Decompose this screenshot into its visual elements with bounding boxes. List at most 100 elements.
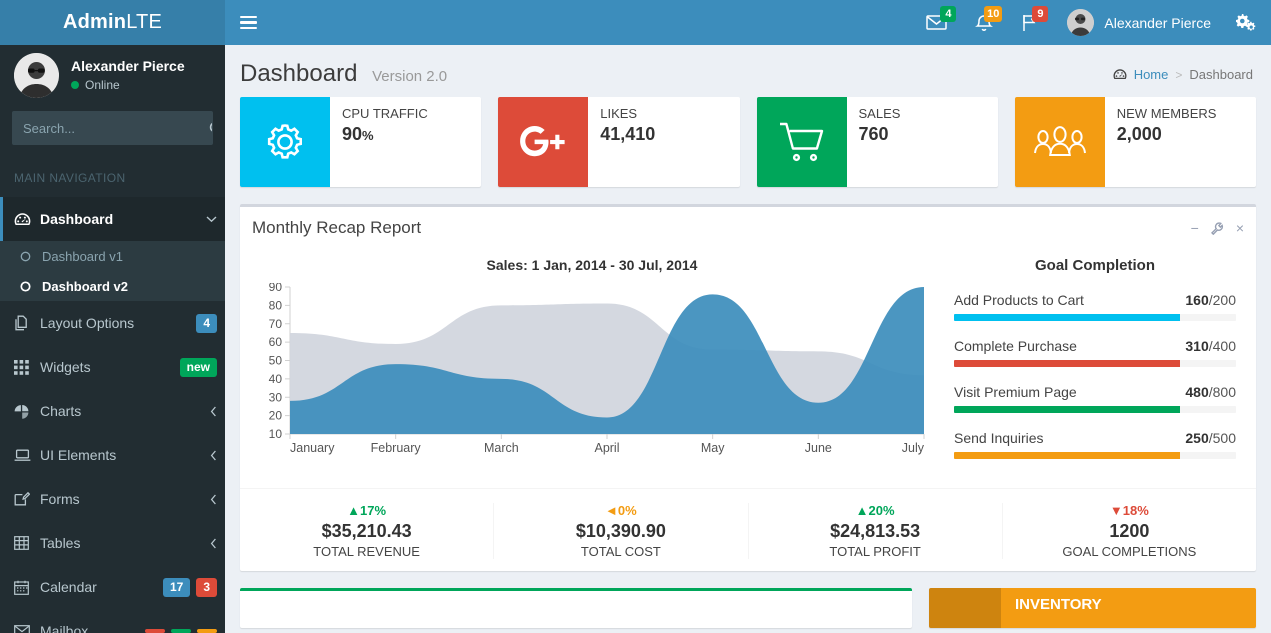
sidebar-item-label: Calendar bbox=[40, 579, 163, 595]
sidebar-item-label: Widgets bbox=[40, 359, 180, 375]
sidebar-item-dashboard-v1[interactable]: Dashboard v1 bbox=[0, 241, 225, 271]
messages-menu-button[interactable]: 4 bbox=[912, 0, 961, 45]
control-sidebar-toggle-button[interactable] bbox=[1225, 0, 1267, 45]
sidebar-item-right: 17 3 bbox=[163, 578, 217, 597]
box-header: Monthly Recap Report − × bbox=[240, 207, 1256, 249]
stat-percent-value: 20% bbox=[869, 503, 895, 518]
info-box-icon-container bbox=[757, 97, 847, 187]
info-box-text: CPU TRAFFIC bbox=[342, 106, 428, 121]
sidebar-item-ui-elements[interactable]: UI Elements bbox=[0, 433, 225, 477]
sidebar-submenu-dashboard: Dashboard v1 Dashboard v2 bbox=[0, 241, 225, 301]
dashboard-icon bbox=[14, 212, 40, 227]
arrow-down-icon: ▼ bbox=[1110, 503, 1123, 518]
goal-completion-panel: Goal Completion Add Products to Cart 160… bbox=[932, 249, 1244, 476]
progress-label: Visit Premium Page bbox=[954, 384, 1077, 400]
info-box-text: LIKES bbox=[600, 106, 655, 121]
user-menu-button[interactable]: Alexander Pierce bbox=[1053, 0, 1225, 45]
notifications-menu-button[interactable]: 10 bbox=[961, 0, 1007, 45]
info-box-likes[interactable]: LIKES 41,410 bbox=[498, 97, 739, 187]
progress-group-visit-premium-page: Visit Premium Page 480/800 bbox=[954, 384, 1236, 413]
sidebar-badge bbox=[197, 629, 217, 633]
box-title: Monthly Recap Report bbox=[252, 218, 421, 238]
sidebar-item-label: UI Elements bbox=[40, 447, 210, 463]
stat-percent-value: 18% bbox=[1123, 503, 1149, 518]
sidebar-user-status-label: Online bbox=[85, 78, 120, 92]
sidebar-item-tables[interactable]: Tables bbox=[0, 521, 225, 565]
breadcrumb-separator: > bbox=[1175, 68, 1182, 82]
progress-group-complete-purchase: Complete Purchase 310/400 bbox=[954, 338, 1236, 367]
svg-text:June: June bbox=[805, 441, 832, 455]
collapse-icon[interactable]: − bbox=[1191, 221, 1199, 235]
sidebar-item-right: new bbox=[180, 358, 217, 377]
sidebar-user-info: Alexander Pierce Online bbox=[71, 58, 185, 92]
arrow-up-icon: ▲ bbox=[347, 503, 360, 518]
chevron-left-icon bbox=[210, 494, 217, 505]
sidebar-item-dashboard-v2[interactable]: Dashboard v2 bbox=[0, 271, 225, 301]
svg-text:60: 60 bbox=[269, 335, 283, 349]
sidebar-item-right bbox=[210, 450, 217, 461]
chevron-left-icon bbox=[210, 450, 217, 461]
tasks-menu-button[interactable]: 9 bbox=[1007, 0, 1053, 45]
progress-track bbox=[954, 314, 1236, 321]
box-body: Sales: 1 Jan, 2014 - 30 Jul, 2014 102030… bbox=[240, 249, 1256, 488]
sidebar-user-status: Online bbox=[71, 78, 185, 92]
breadcrumb-current: Dashboard bbox=[1189, 67, 1253, 82]
envelope-icon bbox=[14, 625, 40, 633]
sidebar-toggle-button[interactable] bbox=[225, 0, 271, 45]
sidebar-badge bbox=[145, 629, 165, 633]
search-button[interactable] bbox=[209, 111, 213, 145]
brand-logo[interactable]: AdminLTE bbox=[0, 0, 225, 45]
breadcrumb: Home > Dashboard bbox=[1113, 67, 1253, 82]
sidebar-badge: new bbox=[180, 358, 217, 377]
sidebar-item-dashboard: Dashboard Dashboard v1 bbox=[0, 197, 225, 301]
info-box-new-members[interactable]: NEW MEMBERS 2,000 bbox=[1015, 97, 1256, 187]
sidebar-item-charts[interactable]: Charts bbox=[0, 389, 225, 433]
sidebar-badge bbox=[171, 629, 191, 633]
sales-chart-container: Sales: 1 Jan, 2014 - 30 Jul, 2014 102030… bbox=[252, 249, 932, 476]
stat-total-revenue: ▲17% $35,210.43 TOTAL REVENUE bbox=[240, 503, 494, 559]
stat-label: TOTAL PROFIT bbox=[749, 544, 1002, 559]
sidebar-menu-header: MAIN NAVIGATION bbox=[0, 159, 225, 197]
stat-percent: ◄0% bbox=[494, 503, 747, 518]
sidebar-badge: 17 bbox=[163, 578, 190, 597]
progress-label: Add Products to Cart bbox=[954, 292, 1084, 308]
sidebar-item-right bbox=[210, 494, 217, 505]
progress-value: 480 bbox=[1185, 384, 1208, 400]
sidebar-item-dashboard-link[interactable]: Dashboard bbox=[0, 197, 225, 241]
info-box-icon-container bbox=[498, 97, 588, 187]
user-menu-name: Alexander Pierce bbox=[1104, 15, 1211, 31]
arrow-left-icon: ◄ bbox=[605, 503, 618, 518]
breadcrumb-home-link[interactable]: Home bbox=[1134, 67, 1169, 82]
close-icon[interactable]: × bbox=[1236, 221, 1244, 235]
info-box-content: LIKES 41,410 bbox=[588, 97, 665, 187]
page-title-text: Dashboard bbox=[240, 60, 357, 87]
progress-value: 250 bbox=[1185, 430, 1208, 446]
progress-number: 160/200 bbox=[1185, 292, 1236, 308]
sidebar-subitem-label: Dashboard v2 bbox=[42, 279, 128, 294]
info-box-sales[interactable]: SALES 760 bbox=[757, 97, 998, 187]
circle-o-icon bbox=[18, 251, 32, 262]
search-input[interactable] bbox=[13, 121, 209, 136]
progress-total: /500 bbox=[1209, 430, 1236, 446]
sidebar-item-label: Forms bbox=[40, 491, 210, 507]
sidebar-item-mailbox[interactable]: Mailbox bbox=[0, 609, 225, 633]
stat-label: GOAL COMPLETIONS bbox=[1003, 544, 1256, 559]
sidebar-item-forms[interactable]: Forms bbox=[0, 477, 225, 521]
sidebar-item-layout-options[interactable]: Layout Options 4 bbox=[0, 301, 225, 345]
shopping-cart-icon bbox=[776, 119, 828, 165]
dashboard-icon bbox=[1113, 68, 1127, 81]
info-box-number: 760 bbox=[859, 124, 901, 145]
sales-area-chart[interactable]: 102030405060708090JanuaryFebruaryMarchAp… bbox=[256, 283, 928, 458]
sidebar-item-widgets[interactable]: Widgets new bbox=[0, 345, 225, 389]
inventory-small-box[interactable]: INVENTORY bbox=[929, 588, 1256, 628]
sidebar-item-calendar[interactable]: Calendar 17 3 bbox=[0, 565, 225, 609]
wrench-icon[interactable] bbox=[1211, 222, 1224, 235]
svg-text:50: 50 bbox=[269, 354, 283, 368]
notifications-badge: 10 bbox=[984, 6, 1002, 22]
info-box-content: NEW MEMBERS 2,000 bbox=[1105, 97, 1227, 187]
sidebar-item-label: Mailbox bbox=[40, 623, 145, 633]
chart-svg: 102030405060708090JanuaryFebruaryMarchAp… bbox=[256, 283, 928, 458]
avatar bbox=[1067, 9, 1094, 36]
stat-percent-value: 17% bbox=[360, 503, 386, 518]
info-box-cpu-traffic[interactable]: CPU TRAFFIC 90% bbox=[240, 97, 481, 187]
